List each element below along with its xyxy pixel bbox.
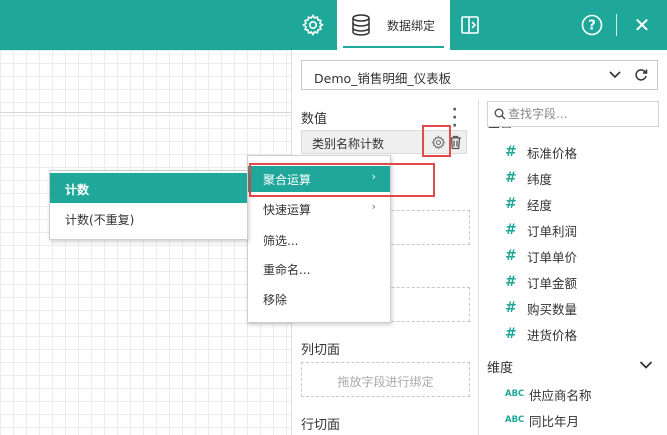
top-toolbar: 数据绑定 ? ✕ — [0, 0, 667, 50]
values-more-icon[interactable]: · · · — [452, 103, 457, 133]
chevron-down-icon[interactable] — [609, 70, 621, 80]
gear-highlight-box — [422, 125, 451, 157]
tab-data-binding[interactable]: 数据绑定 — [337, 0, 450, 50]
column-slicer-drop-zone[interactable]: 拖放字段进行绑定 — [301, 362, 470, 397]
field-item[interactable]: # 订单金额 — [505, 272, 577, 292]
menu-item-filter[interactable]: 筛选... — [248, 227, 390, 253]
numeric-field-icon: # — [505, 274, 517, 290]
field-search[interactable] — [487, 101, 659, 127]
help-glyph: ? — [588, 19, 596, 34]
numeric-field-icon: # — [505, 196, 517, 212]
help-button[interactable]: ? — [578, 0, 606, 50]
value-field-label: 类别名称计数 — [312, 137, 385, 151]
field-item[interactable]: # 经度 — [505, 194, 552, 214]
text-field-icon: ABC — [505, 389, 525, 399]
close-button[interactable]: ✕ — [628, 0, 656, 50]
aggregate-submenu: 计数 计数(不重复) — [49, 170, 248, 240]
search-icon — [494, 108, 506, 120]
field-item[interactable]: # 进货价格 — [505, 324, 577, 344]
field-item[interactable]: # 订单单价 — [505, 246, 577, 266]
field-item[interactable]: # 购买数量 — [505, 298, 577, 318]
text-field-icon: ABC — [505, 415, 525, 425]
chevron-right-icon: › — [371, 200, 376, 213]
menu-item-rename[interactable]: 重命名... — [248, 256, 390, 282]
tab-data-binding-label: 数据绑定 — [387, 19, 436, 33]
field-item[interactable]: ABC 供应商名称 — [505, 384, 592, 404]
active-tab-indicator — [343, 46, 444, 48]
menu-item-quick-calc[interactable]: 快速运算 › — [248, 196, 390, 222]
field-item[interactable]: # 订单利润 — [505, 220, 577, 240]
numeric-field-icon: # — [505, 300, 517, 316]
canvas-divider — [0, 112, 292, 113]
data-source-value: Demo_销售明细_仪表板 — [314, 71, 452, 86]
values-section-title: 数值 — [301, 112, 328, 127]
submenu-item-count[interactable]: 计数 — [50, 173, 247, 203]
field-item[interactable]: ABC 同比年月 — [505, 410, 579, 430]
settings-button[interactable] — [297, 0, 329, 50]
gear-icon — [302, 14, 324, 36]
toolbar-divider — [616, 14, 617, 36]
field-item[interactable]: # 标准价格 — [505, 142, 577, 162]
dimensions-header: 维度 — [487, 361, 514, 376]
column-slicer-placeholder: 拖放字段进行绑定 — [337, 375, 434, 389]
field-search-input[interactable] — [508, 105, 656, 123]
menu-highlight-box — [249, 163, 435, 197]
refresh-icon[interactable] — [634, 68, 648, 82]
numeric-field-icon: # — [505, 326, 517, 342]
numeric-field-icon: # — [505, 248, 517, 264]
chevron-down-icon[interactable] — [639, 360, 653, 370]
column-slicer-title: 列切面 — [301, 343, 341, 358]
menu-item-remove[interactable]: 移除 — [248, 286, 390, 312]
field-item[interactable]: # 纬度 — [505, 168, 552, 188]
sidebar-panel-icon — [461, 16, 479, 34]
numeric-field-icon: # — [505, 170, 517, 186]
row-slicer-title: 行切面 — [301, 418, 341, 433]
help-icon: ? — [581, 14, 603, 36]
fields-divider — [478, 100, 479, 435]
close-icon: ✕ — [633, 13, 651, 37]
numeric-field-icon: # — [505, 144, 517, 160]
data-source-select[interactable]: Demo_销售明细_仪表板 — [301, 60, 658, 90]
submenu-item-distinct-count[interactable]: 计数(不重复) — [50, 203, 247, 233]
numeric-field-icon: # — [505, 222, 517, 238]
panel-toggle-button[interactable] — [457, 0, 483, 50]
database-icon — [352, 14, 370, 36]
